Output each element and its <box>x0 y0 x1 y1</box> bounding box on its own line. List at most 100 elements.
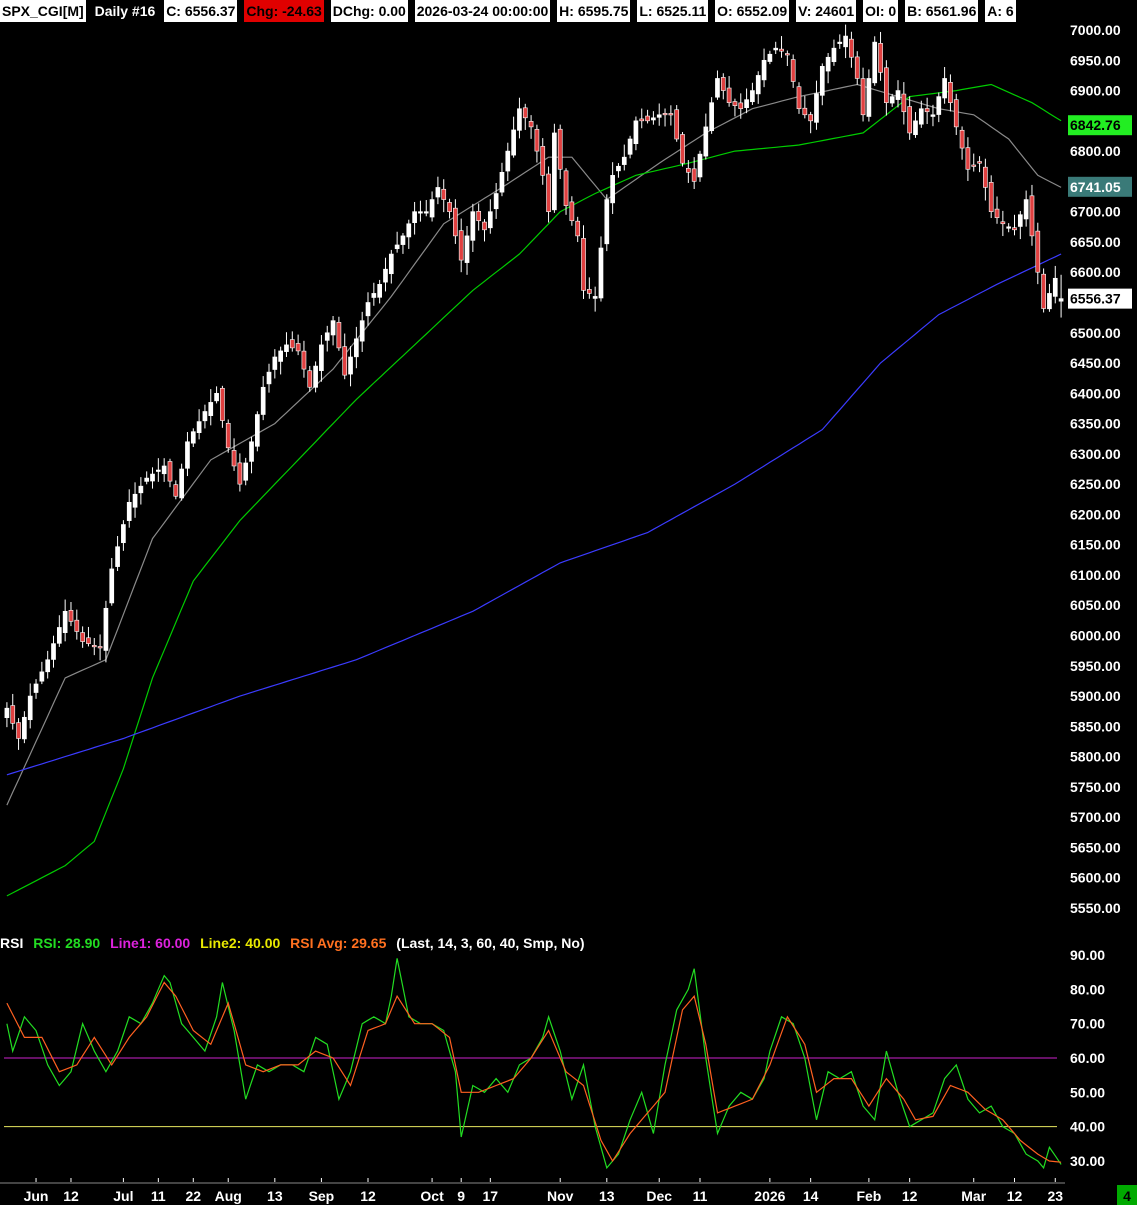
candle-up <box>190 431 196 444</box>
price-axis-tick: 6350.00 <box>1070 416 1121 432</box>
rsi-axis-tick: 30.00 <box>1070 1153 1105 1169</box>
candle-up <box>138 485 144 494</box>
candle-up <box>872 41 878 84</box>
candle-down <box>16 722 21 739</box>
candle-up <box>517 108 522 131</box>
candle-up <box>156 469 161 472</box>
candle-up <box>936 96 942 115</box>
candle-down <box>575 220 581 237</box>
candle-down <box>289 339 295 349</box>
candle-up <box>132 493 138 508</box>
candle-up <box>51 643 56 660</box>
candle-up <box>930 114 936 117</box>
candle-down <box>86 637 91 644</box>
candle-up <box>144 477 150 482</box>
candle-up <box>202 411 208 422</box>
candle-down <box>948 82 953 103</box>
candle-down <box>237 462 243 485</box>
candle-up <box>185 441 190 469</box>
candle-up <box>697 153 703 178</box>
candle-up <box>371 293 377 298</box>
candle-down <box>1000 221 1006 225</box>
candle-down <box>447 202 452 212</box>
price-label-text: 6842.76 <box>1070 117 1121 133</box>
candle-up <box>266 371 272 385</box>
candle-up <box>767 53 773 62</box>
candle-up <box>1023 199 1029 220</box>
candle-up <box>627 138 633 155</box>
candle-up <box>493 193 499 210</box>
candle-up <box>33 683 39 693</box>
candle-up <box>1017 214 1023 227</box>
candle-up <box>831 47 837 63</box>
candle-down <box>569 201 575 222</box>
x-axis-tick-label: Feb <box>856 1188 881 1204</box>
candle-down <box>586 289 592 294</box>
x-axis-tick-label: 12 <box>1007 1188 1023 1204</box>
candle-up <box>505 150 511 172</box>
candle-up <box>330 320 336 336</box>
price-axis-tick: 7000.00 <box>1070 22 1121 38</box>
price-axis-tick: 6000.00 <box>1070 628 1121 644</box>
candle-up <box>22 716 27 740</box>
candle-down <box>1041 273 1046 309</box>
candle-up <box>214 393 219 402</box>
candle-up <box>109 568 115 604</box>
candle-up <box>429 199 435 218</box>
candle-down <box>878 43 883 73</box>
candle-up <box>499 171 505 193</box>
candle-up <box>260 386 266 415</box>
candle-down <box>680 134 685 164</box>
candle-down <box>534 129 540 152</box>
candle-up <box>27 695 33 721</box>
candle-down <box>953 99 959 128</box>
candle-up <box>388 253 394 275</box>
candle-down <box>336 322 342 349</box>
candle-up <box>651 117 656 121</box>
candle-down <box>785 53 790 56</box>
candle-down <box>453 207 458 237</box>
candle-down <box>726 87 732 103</box>
price-axis-tick: 6450.00 <box>1070 355 1121 371</box>
price-axis-tick: 6400.00 <box>1070 385 1121 401</box>
candle-up <box>598 247 604 299</box>
candle-up <box>604 199 610 245</box>
x-axis-tick-label: Jun <box>24 1188 49 1204</box>
candle-up <box>843 35 848 48</box>
candle-down <box>907 106 912 134</box>
candle-up <box>761 59 767 81</box>
candle-up <box>196 421 202 434</box>
x-axis-tick-label: Aug <box>215 1188 242 1204</box>
candle-down <box>796 86 802 110</box>
candle-down <box>557 128 563 170</box>
candle-down <box>686 168 691 173</box>
candle-up <box>400 235 406 245</box>
candle-up <box>115 546 120 567</box>
candle-down <box>924 108 930 113</box>
candle-up <box>814 93 819 123</box>
candle-up <box>423 211 429 214</box>
candle-down <box>342 346 348 376</box>
candle-up <box>255 414 260 447</box>
candle-down <box>68 609 74 622</box>
candle-down <box>441 188 447 200</box>
x-axis-tick-label: 9 <box>457 1188 465 1204</box>
ma-mid-line <box>6 83 1062 897</box>
candle-up <box>470 211 476 241</box>
price-axis-tick: 6650.00 <box>1070 234 1121 250</box>
candle-down <box>988 182 994 212</box>
candle-down <box>790 59 796 82</box>
candle-up <box>1058 298 1064 302</box>
candle-down <box>668 113 674 116</box>
price-chart[interactable]: 7000.006950.006900.006850.006800.006750.… <box>0 0 1137 1205</box>
candle-down <box>720 77 726 91</box>
candle-down <box>994 208 1000 219</box>
candle-down <box>295 343 301 352</box>
candle-up <box>866 78 872 117</box>
price-axis-tick: 6600.00 <box>1070 264 1121 280</box>
candle-up <box>1052 277 1058 297</box>
candle-up <box>837 41 843 44</box>
candle-up <box>511 129 516 156</box>
candle-up <box>942 78 947 99</box>
candle-up <box>319 344 324 371</box>
